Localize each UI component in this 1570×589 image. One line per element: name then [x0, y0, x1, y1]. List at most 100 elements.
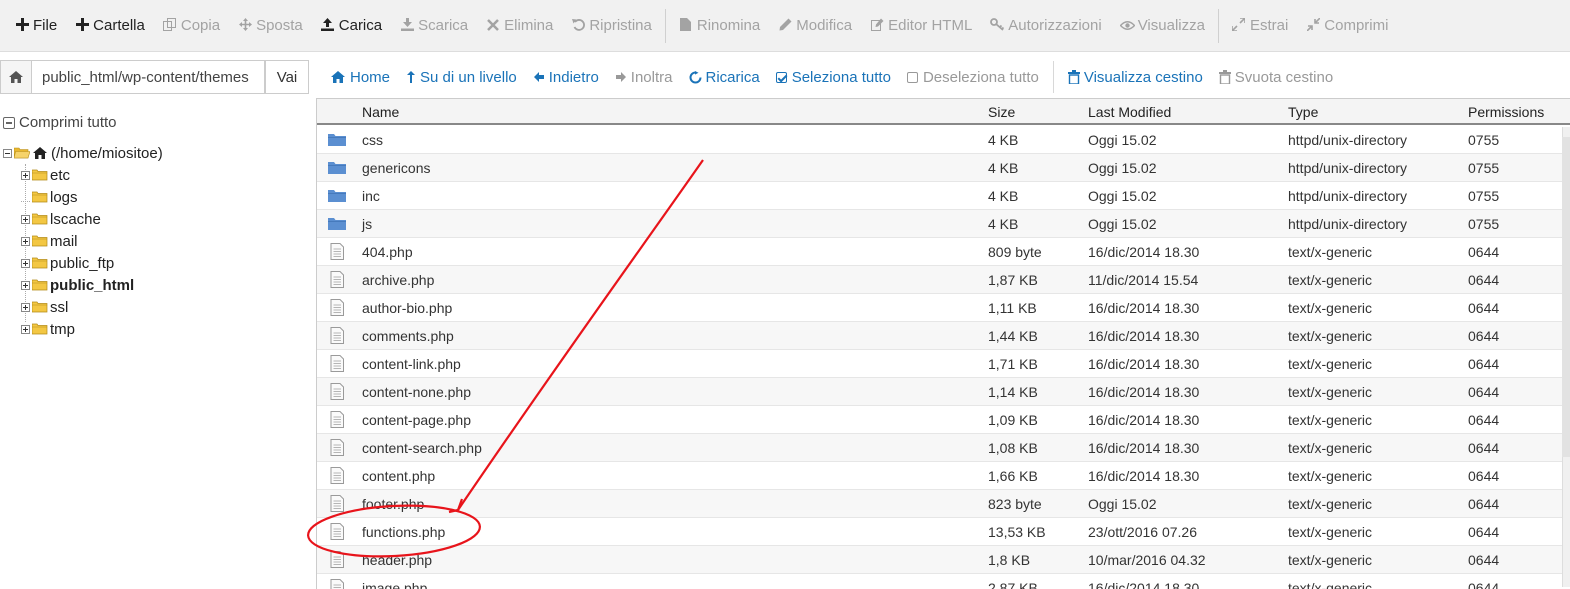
- file-permissions-cell: 0755: [1468, 132, 1500, 148]
- file-modified-cell: 16/dic/2014 18.30: [1088, 328, 1200, 344]
- expand-icon: [1231, 16, 1247, 34]
- toolbar-visualizza-label: Visualizza: [1137, 17, 1205, 34]
- nav-reload-button[interactable]: Ricarica: [681, 69, 768, 86]
- file-modified-cell: 16/dic/2014 18.30: [1088, 356, 1200, 372]
- toolbar-editor-html-label: Editor HTML: [888, 17, 973, 34]
- file-type-cell: text/x-generic: [1288, 300, 1373, 316]
- toolbar-scarica-button[interactable]: Scarica: [391, 0, 477, 52]
- toolbar-carica-button[interactable]: Carica: [312, 0, 391, 52]
- table-row[interactable]: comments.php 1,44 KB 16/dic/2014 18.30 text…: [317, 322, 1570, 350]
- toolbar-visualizza-button[interactable]: Visualizza: [1111, 0, 1214, 52]
- column-header-last-modified[interactable]: Last Modified: [1088, 104, 1171, 120]
- tree-expand-toggle-icon[interactable]: [21, 302, 30, 312]
- view-trash-button[interactable]: Visualizza cestino: [1060, 69, 1211, 86]
- table-row[interactable]: content-link.php 1,71 KB 16/dic/2014 18.30…: [317, 350, 1570, 378]
- column-header-name[interactable]: Name: [362, 104, 399, 120]
- nav-back-button[interactable]: Indietro: [525, 69, 607, 86]
- file-type-cell: text/x-generic: [1288, 412, 1373, 428]
- upload-icon: [321, 17, 335, 34]
- file-permissions-cell: 0644: [1468, 440, 1500, 456]
- toolbar-divider: [664, 8, 666, 43]
- file-type-cell: text/x-generic: [1288, 440, 1373, 456]
- nav-up-label: Su di un livello: [420, 68, 517, 86]
- tree-item-ssl[interactable]: ssl: [21, 296, 68, 318]
- collapse-all-button[interactable]: Comprimi tutto: [3, 114, 117, 131]
- file-size-cell: 823 byte: [988, 496, 1042, 512]
- column-header-size[interactable]: Size: [988, 104, 1015, 120]
- tree-item-tmp[interactable]: tmp: [21, 318, 75, 340]
- folder-icon: [32, 213, 50, 225]
- empty-trash-button[interactable]: Svuota cestino: [1211, 69, 1341, 86]
- toolbar-copia-button[interactable]: Copia: [154, 0, 229, 52]
- folder-icon: [32, 235, 50, 247]
- tree-item-label: logs: [50, 188, 78, 206]
- table-row[interactable]: content-search.php 1,08 KB 16/dic/2014 18.…: [317, 434, 1570, 462]
- scrollbar-thumb[interactable]: [1562, 137, 1570, 457]
- nav-forward-button[interactable]: Inoltra: [607, 69, 681, 86]
- column-header-permissions[interactable]: Permissions: [1468, 104, 1544, 120]
- nav-forward-label: Inoltra: [630, 68, 673, 86]
- checkbox-checked-icon: [775, 71, 787, 83]
- toolbar-modifica-button[interactable]: Modifica: [769, 0, 861, 52]
- table-row[interactable]: css 4 KB Oggi 15.02 httpd/unix-directory 075…: [317, 126, 1570, 154]
- toolbar-ripristina-button[interactable]: Ripristina: [562, 0, 661, 52]
- column-header-type[interactable]: Type: [1288, 104, 1318, 120]
- table-row[interactable]: js 4 KB Oggi 15.02 httpd/unix-directory 0755: [317, 210, 1570, 238]
- toolbar-cartella-button[interactable]: Cartella: [66, 0, 154, 52]
- table-row[interactable]: content-none.php 1,14 KB 16/dic/2014 18.30…: [317, 378, 1570, 406]
- tree-expand-toggle-icon[interactable]: [21, 258, 30, 268]
- file-type-cell: text/x-generic: [1288, 468, 1373, 484]
- table-row[interactable]: content.php 1,66 KB 16/dic/2014 18.30 text/…: [317, 462, 1570, 490]
- table-row[interactable]: genericons 4 KB Oggi 15.02 httpd/unix-direc…: [317, 154, 1570, 182]
- table-row[interactable]: footer.php 823 byte Oggi 15.02 text/x-gener…: [317, 490, 1570, 518]
- nav-up-button[interactable]: Su di un livello: [398, 69, 525, 86]
- tree-expand-toggle-icon[interactable]: [21, 170, 30, 180]
- file-size-cell: 1,66 KB: [988, 468, 1038, 484]
- nav-home-button[interactable]: Home: [322, 69, 398, 86]
- toolbar-estrai-button[interactable]: Estrai: [1223, 0, 1297, 52]
- tree-expand-toggle-icon[interactable]: [21, 324, 30, 334]
- table-row[interactable]: inc 4 KB Oggi 15.02 httpd/unix-directory 075…: [317, 182, 1570, 210]
- tree-expand-toggle-icon[interactable]: [21, 280, 30, 290]
- toolbar-editor-html-button[interactable]: Editor HTML: [861, 0, 981, 52]
- tree-item-etc[interactable]: etc: [21, 164, 70, 186]
- toolbar-sposta-button[interactable]: Sposta: [229, 0, 312, 52]
- tree-item-public-ftp[interactable]: public_ftp: [21, 252, 114, 274]
- file-name-cell: content-none.php: [362, 384, 471, 400]
- tree-item-mail[interactable]: mail: [21, 230, 78, 252]
- table-row[interactable]: archive.php 1,87 KB 11/dic/2014 15.54 text/…: [317, 266, 1570, 294]
- tree-root[interactable]: (/home/miositoe): [3, 142, 163, 164]
- table-row[interactable]: image.php 2,87 KB 16/dic/2014 18.30 text/x-…: [317, 574, 1570, 589]
- toolbar-rinomina-button[interactable]: Rinomina: [670, 0, 769, 52]
- table-row[interactable]: header.php 1,8 KB 10/mar/2016 04.32 text/x-…: [317, 546, 1570, 574]
- level-up-icon: [407, 71, 416, 83]
- table-row[interactable]: functions.php 13,53 KB 23/ott/2016 07.26 te…: [317, 518, 1570, 546]
- table-row[interactable]: author-bio.php 1,11 KB 16/dic/2014 18.30 te…: [317, 294, 1570, 322]
- go-button[interactable]: Vai: [265, 60, 309, 94]
- toolbar-ripristina-label: Ripristina: [589, 17, 652, 34]
- file-size-cell: 1,87 KB: [988, 272, 1038, 288]
- home-directory-button[interactable]: [0, 60, 32, 94]
- refresh-icon: [689, 70, 701, 83]
- toolbar-elimina-button[interactable]: Elimina: [477, 0, 562, 52]
- tree-item-logs[interactable]: logs: [21, 186, 78, 208]
- deselect-all-button[interactable]: Deseleziona tutto: [899, 69, 1047, 86]
- path-input[interactable]: [32, 60, 265, 94]
- file-modified-cell: Oggi 15.02: [1088, 188, 1157, 204]
- folder-icon: [32, 323, 50, 335]
- table-row[interactable]: 404.php 809 byte 16/dic/2014 18.30 text/x-g…: [317, 238, 1570, 266]
- select-all-button[interactable]: Seleziona tutto: [768, 69, 899, 86]
- toolbar-file-button[interactable]: File: [6, 0, 66, 52]
- toolbar-rinomina-label: Rinomina: [696, 17, 761, 34]
- tree-item-public-html[interactable]: public_html: [21, 274, 134, 296]
- tree-expand-toggle-icon[interactable]: [21, 214, 30, 224]
- tree-expand-toggle-icon[interactable]: [21, 236, 30, 246]
- file-size-cell: 1,08 KB: [988, 440, 1038, 456]
- tree-item-lscache[interactable]: lscache: [21, 208, 101, 230]
- table-row[interactable]: content-page.php 1,09 KB 16/dic/2014 18.30…: [317, 406, 1570, 434]
- vertical-scrollbar[interactable]: [1562, 127, 1570, 587]
- tree-collapse-toggle-icon[interactable]: [3, 148, 12, 158]
- toolbar-comprimi-button[interactable]: Comprimi: [1297, 0, 1397, 52]
- toolbar-autorizzazioni-button[interactable]: Autorizzazioni: [981, 0, 1110, 52]
- toolbar-comprimi-label: Comprimi: [1324, 17, 1389, 34]
